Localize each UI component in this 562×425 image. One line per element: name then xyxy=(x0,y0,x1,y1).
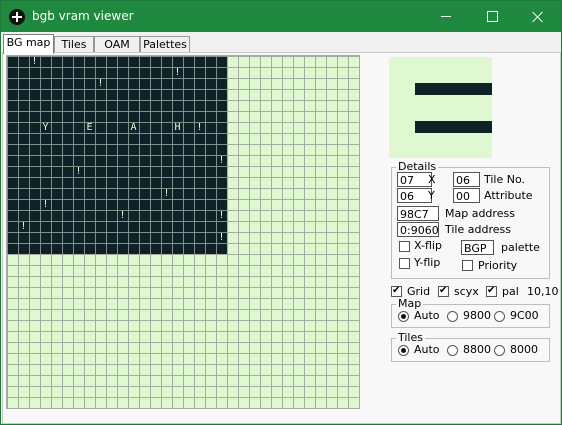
tiles-8000-label: 8000 xyxy=(510,343,538,356)
tile-address-field[interactable]: 0:9060 xyxy=(397,222,439,237)
grid-checkbox[interactable] xyxy=(391,285,402,297)
map-tile-mark: ! xyxy=(196,122,203,133)
map-9800-radio[interactable] xyxy=(447,311,458,322)
y-flip-checkbox[interactable] xyxy=(399,258,410,269)
visible-screen-area: ! ! ! Y E A H ! ! ! ! ! ! ! ! ! xyxy=(7,56,227,254)
map-tile-mark: ! xyxy=(163,188,170,199)
title-bar[interactable]: bgb vram viewer xyxy=(1,1,561,32)
maximize-button[interactable] xyxy=(469,1,515,32)
map-group: Map Auto 9800 9C00 xyxy=(391,297,550,328)
map-tile-mark: ! xyxy=(119,210,126,221)
map-tile-mark: ! xyxy=(174,67,181,78)
x-field[interactable]: 07 xyxy=(397,172,432,187)
tile-preview xyxy=(389,57,492,158)
map-tile-mark: ! xyxy=(218,210,225,221)
pal-checkbox[interactable] xyxy=(486,285,497,297)
map-tile-mark: ! xyxy=(42,199,49,210)
map-9c00-label: 9C00 xyxy=(510,309,539,322)
y-flip-label: Y-flip xyxy=(414,256,441,269)
vram-viewer-window: bgb vram viewer BG map Tiles OAM Palette… xyxy=(0,0,562,425)
y-field[interactable]: 06 xyxy=(397,188,432,203)
attribute-field[interactable]: 00 xyxy=(453,188,480,203)
map-tile-mark: ! xyxy=(97,78,104,89)
map-tile-mark: H xyxy=(174,122,181,133)
coordinates-readout: 10,10 xyxy=(527,285,559,298)
attribute-label: Attribute xyxy=(484,189,533,202)
gameboy-plus-icon xyxy=(9,9,25,25)
minimize-button[interactable] xyxy=(423,1,469,32)
tab-palettes[interactable]: Palettes xyxy=(140,36,190,53)
tab-bg-map[interactable]: BG map xyxy=(3,34,54,54)
map-tile-mark: ! xyxy=(75,166,82,177)
background-map-grid[interactable]: ! ! ! Y E A H ! ! ! ! ! ! ! ! ! xyxy=(6,55,360,409)
priority-label: Priority xyxy=(478,259,518,272)
x-flip-checkbox[interactable] xyxy=(399,241,410,252)
tile-number-label: Tile No. xyxy=(484,173,526,186)
map-9c00-radio[interactable] xyxy=(494,311,505,322)
tab-tiles[interactable]: Tiles xyxy=(54,36,94,53)
map-tile-mark: Y xyxy=(42,122,49,133)
palette-label: palette xyxy=(501,241,540,254)
tiles-auto-radio[interactable] xyxy=(398,345,409,356)
map-tile-mark: ! xyxy=(31,56,38,67)
map-tile-mark: ! xyxy=(20,221,27,232)
map-address-label: Map address xyxy=(445,207,515,220)
priority-checkbox[interactable] xyxy=(462,260,473,271)
scyx-checkbox[interactable] xyxy=(438,285,449,297)
map-tile-mark: A xyxy=(130,122,137,133)
details-group: Details 07 X 06 Tile No. 06 Y 00 Attribu… xyxy=(391,160,550,279)
map-tile-mark: ! xyxy=(218,155,225,166)
tile-address-label: Tile address xyxy=(445,223,511,236)
tile-preview-pixel-bar xyxy=(415,121,492,133)
map-auto-radio[interactable] xyxy=(398,311,409,322)
tiles-group: Tiles Auto 8800 8000 xyxy=(391,331,550,362)
y-label: Y xyxy=(428,189,435,202)
x-flip-label: X-flip xyxy=(414,239,442,252)
window-title: bgb vram viewer xyxy=(32,9,134,23)
tile-number-field[interactable]: 06 xyxy=(453,172,480,187)
palette-field[interactable]: BGP xyxy=(461,240,494,255)
tiles-auto-label: Auto xyxy=(414,343,440,356)
tab-oam[interactable]: OAM xyxy=(94,36,140,53)
tiles-8000-radio[interactable] xyxy=(494,345,505,356)
map-tile-mark: ! xyxy=(218,232,225,243)
map-address-field[interactable]: 98C7 xyxy=(397,206,439,221)
tiles-8800-label: 8800 xyxy=(463,343,491,356)
tile-preview-pixel-bar xyxy=(415,83,492,95)
scyx-label: scyx xyxy=(454,285,479,298)
tiles-8800-radio[interactable] xyxy=(447,345,458,356)
map-auto-label: Auto xyxy=(414,309,440,322)
pal-label: pal xyxy=(502,285,519,298)
map-tile-mark: E xyxy=(86,122,93,133)
map-9800-label: 9800 xyxy=(463,309,491,322)
close-button[interactable] xyxy=(515,1,561,32)
x-label: X xyxy=(428,173,436,186)
